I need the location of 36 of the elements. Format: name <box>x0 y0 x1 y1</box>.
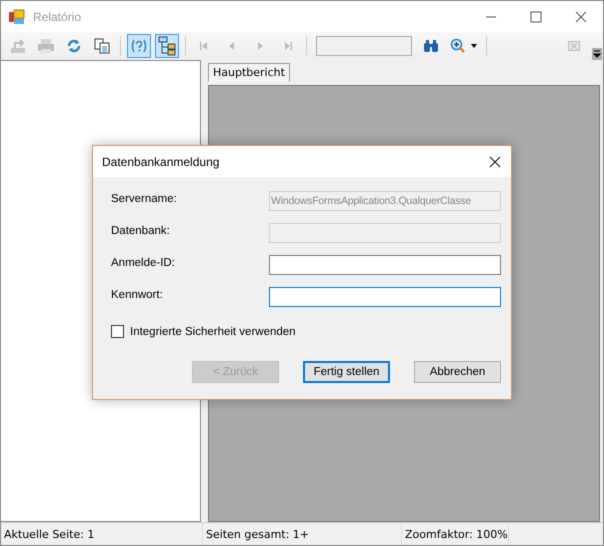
input-field[interactable] <box>269 255 501 275</box>
dialog-title: Datenbankanmeldung <box>102 154 220 168</box>
status-text: Zoomfaktor: 100% <box>402 523 509 545</box>
window-title: Relatório <box>33 10 82 24</box>
refresh-icon <box>66 38 82 54</box>
checkbox[interactable] <box>111 325 124 338</box>
status-text: Seiten gesamt: 1+ <box>203 523 402 545</box>
input-field[interactable] <box>269 287 501 307</box>
field-label: Servername: <box>111 192 178 205</box>
help-icon <box>130 38 148 54</box>
field-label: Datenbank: <box>111 224 171 237</box>
dialog-button[interactable]: Fertig stellen <box>302 361 390 383</box>
last-page-icon <box>283 41 293 51</box>
tree-icon <box>158 36 176 56</box>
copy-icon <box>94 38 110 54</box>
field-label: Anmelde-ID: <box>111 256 176 269</box>
previous-page-icon <box>227 41 237 51</box>
help-button[interactable] <box>127 34 151 58</box>
printer-icon <box>37 38 55 54</box>
caret-icon <box>471 44 477 48</box>
tree-button[interactable] <box>155 34 179 58</box>
page-field[interactable] <box>316 36 412 56</box>
export-icon <box>9 38 27 54</box>
app-icon <box>9 8 25 24</box>
close-icon[interactable] <box>575 10 587 22</box>
overflow-icon[interactable] <box>592 48 602 60</box>
maximize-icon[interactable] <box>530 10 542 22</box>
report-tab[interactable]: Hauptbericht <box>208 63 290 82</box>
close-icon[interactable] <box>489 156 501 168</box>
next-page-icon <box>255 41 265 51</box>
dialog-button[interactable]: Abbrechen <box>414 361 501 383</box>
first-page-icon <box>199 41 209 51</box>
checkbox-label: Integrierte Sicherheit verwenden <box>130 326 296 338</box>
status-text: Aktuelle Seite: 1 <box>1 523 203 545</box>
field-label: Kennwort: <box>111 288 164 301</box>
binoculars-icon <box>423 39 439 53</box>
